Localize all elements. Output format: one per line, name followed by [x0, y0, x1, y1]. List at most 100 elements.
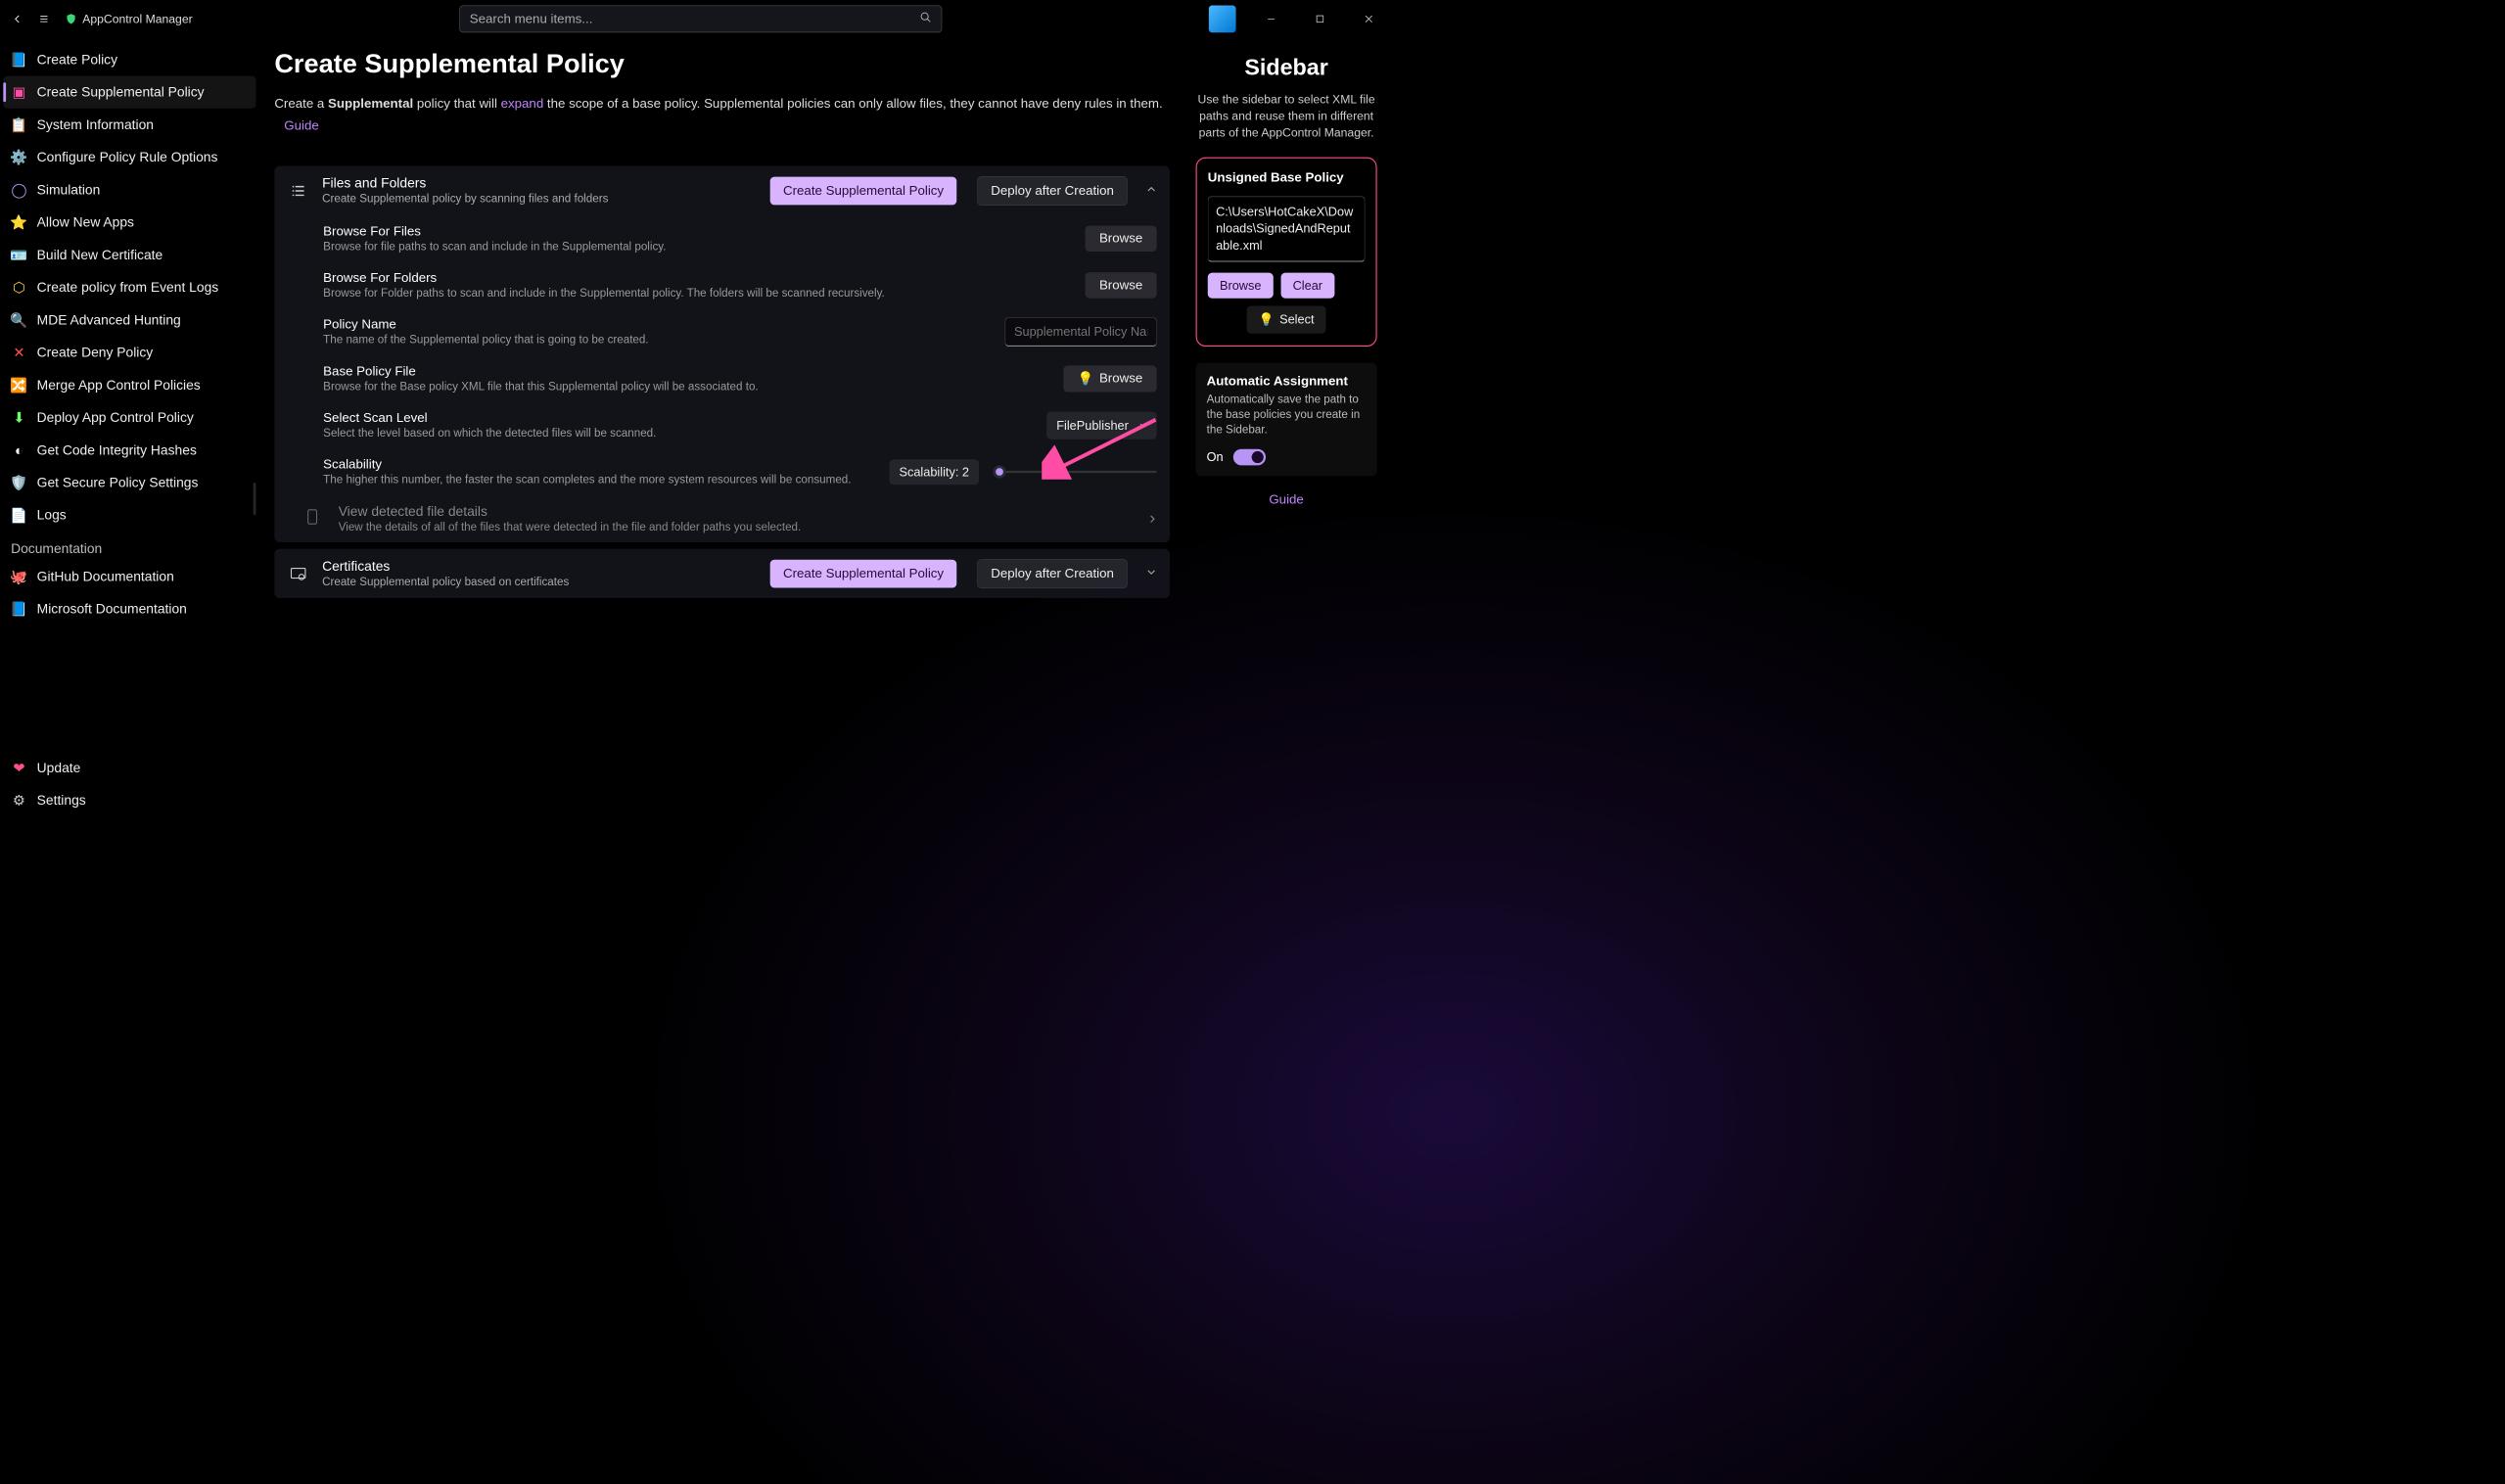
base-policy-sub: Browse for the Base policy XML file that… [323, 380, 1063, 393]
guide-link[interactable]: Guide [274, 118, 1170, 134]
nav-integrity-hashes[interactable]: ◐Get Code Integrity Hashes [3, 434, 255, 466]
certificates-card: Certificates Create Supplemental policy … [274, 549, 1170, 598]
nav-section-documentation: Documentation [3, 532, 255, 560]
auto-assignment-toggle[interactable] [1233, 448, 1266, 465]
policy-name-input[interactable] [1005, 317, 1157, 347]
base-policy-path[interactable]: C:\Users\HotCakeX\Downloads\SignedAndRep… [1208, 197, 1366, 262]
row-view-details[interactable]: View detected file details View the deta… [274, 495, 1170, 542]
nav-logs[interactable]: 📄Logs [3, 499, 255, 532]
scan-level-select[interactable]: FilePublisher [1046, 411, 1156, 439]
scan-level-title: Select Scan Level [323, 410, 1046, 426]
sidebar-select-btn[interactable]: 💡Select [1246, 305, 1325, 333]
bulb-icon: 💡 [1078, 371, 1094, 387]
files-folders-card: Files and Folders Create Supplemental po… [274, 166, 1170, 542]
chevron-down-icon-2[interactable] [1146, 567, 1157, 580]
nav-ms-docs[interactable]: 📘Microsoft Documentation [3, 593, 255, 626]
view-details-sub: View the details of all of the files tha… [339, 521, 1134, 533]
minimize-button[interactable] [1258, 6, 1285, 33]
sidebar-desc: Use the sidebar to select XML file paths… [1196, 91, 1377, 141]
shield-icon [65, 13, 76, 24]
maximize-button[interactable] [1307, 6, 1334, 33]
chevron-right-icon [1148, 514, 1157, 523]
nav-github-docs[interactable]: 🐙GitHub Documentation [3, 560, 255, 592]
nav-merge[interactable]: 🔀Merge App Control Policies [3, 369, 255, 401]
scalability-slider[interactable] [994, 471, 1156, 473]
base-policy-title: Base Policy File [323, 364, 1063, 380]
page-description: Create a Supplemental policy that will e… [274, 94, 1170, 114]
phone-icon [302, 509, 323, 529]
browse-folders-title: Browse For Folders [323, 270, 1085, 286]
toggle-label: On [1207, 449, 1224, 464]
auto-assignment-box: Automatic Assignment Automatically save … [1196, 362, 1377, 476]
nav-deny-policy[interactable]: ✕Create Deny Policy [3, 336, 255, 368]
nav-event-logs[interactable]: ⬡Create policy from Event Logs [3, 271, 255, 303]
page-title: Create Supplemental Policy [274, 49, 1170, 79]
app-cube-icon[interactable] [1209, 6, 1236, 33]
browse-files-sub: Browse for file paths to scan and includ… [323, 240, 1085, 253]
nav-update[interactable]: ❤Update [3, 752, 255, 784]
scalability-value: Scalability: 2 [889, 459, 978, 485]
nav-build-cert[interactable]: 🪪Build New Certificate [3, 239, 255, 271]
unsigned-base-title: Unsigned Base Policy [1208, 170, 1366, 186]
scan-level-sub: Select the level based on which the dete… [323, 427, 1046, 440]
browse-files-title: Browse For Files [323, 224, 1085, 240]
nav-create-supplemental[interactable]: ▣Create Supplemental Policy [3, 76, 255, 109]
nav-settings[interactable]: ⚙Settings [3, 784, 255, 816]
sidebar-clear-btn[interactable]: Clear [1280, 272, 1334, 298]
create-supplemental-btn-2[interactable]: Create Supplemental Policy [770, 559, 957, 587]
files-card-title: Files and Folders [322, 175, 757, 191]
row-browse-files: Browse For Files Browse for file paths t… [274, 215, 1170, 262]
certs-card-title: Certificates [322, 559, 757, 575]
search-icon [920, 12, 932, 27]
titlebar: AppControl Manager [0, 0, 1388, 38]
nav-configure-rules[interactable]: ⚙️Configure Policy Rule Options [3, 141, 255, 173]
deploy-after-btn-1[interactable]: Deploy after Creation [977, 176, 1127, 206]
row-scalability: Scalability The higher this number, the … [274, 448, 1170, 495]
row-browse-folders: Browse For Folders Browse for Folder pat… [274, 262, 1170, 309]
scalability-title: Scalability [323, 457, 889, 473]
list-icon [288, 180, 309, 202]
sidebar-browse-btn[interactable]: Browse [1208, 272, 1274, 298]
chevron-down-icon [1139, 421, 1147, 429]
search-input[interactable] [470, 12, 920, 27]
search-box[interactable] [459, 6, 942, 33]
deploy-after-btn-2[interactable]: Deploy after Creation [977, 559, 1127, 588]
close-button[interactable] [1355, 6, 1382, 33]
right-sidebar: Sidebar Use the sidebar to select XML fi… [1184, 38, 1387, 822]
hamburger-icon[interactable] [39, 14, 49, 23]
browse-folders-btn[interactable]: Browse [1086, 272, 1157, 299]
sidebar-guide-link[interactable]: Guide [1269, 492, 1303, 508]
row-base-policy: Base Policy File Browse for the Base pol… [274, 355, 1170, 402]
scalability-sub: The higher this number, the faster the s… [323, 474, 889, 487]
left-nav: 📘Create Policy ▣Create Supplemental Poli… [0, 38, 259, 822]
nav-allow-apps[interactable]: ⭐Allow New Apps [3, 207, 255, 239]
nav-simulation[interactable]: ◯Simulation [3, 173, 255, 206]
nav-create-policy[interactable]: 📘Create Policy [3, 43, 255, 75]
files-card-sub: Create Supplemental policy by scanning f… [322, 193, 757, 206]
browse-folders-sub: Browse for Folder paths to scan and incl… [323, 287, 1085, 300]
nav-secure-settings[interactable]: 🛡️Get Secure Policy Settings [3, 466, 255, 498]
main-content: Create Supplemental Policy Create a Supp… [259, 38, 1185, 822]
base-policy-browse-btn[interactable]: 💡Browse [1063, 365, 1156, 392]
nav-system-info[interactable]: 📋System Information [3, 109, 255, 141]
bulb-icon-2: 💡 [1259, 312, 1275, 327]
unsigned-base-box: Unsigned Base Policy C:\Users\HotCakeX\D… [1196, 158, 1377, 347]
chevron-up-icon[interactable] [1146, 184, 1157, 198]
sidebar-title: Sidebar [1244, 54, 1327, 80]
policy-name-title: Policy Name [323, 317, 1004, 333]
row-policy-name: Policy Name The name of the Supplemental… [274, 308, 1170, 355]
back-button[interactable] [13, 14, 23, 23]
app-title: AppControl Manager [65, 12, 192, 25]
policy-name-sub: The name of the Supplemental policy that… [323, 334, 1004, 347]
create-supplemental-btn-1[interactable]: Create Supplemental Policy [770, 176, 957, 205]
auto-sub: Automatically save the path to the base … [1207, 392, 1367, 438]
auto-title: Automatic Assignment [1207, 373, 1367, 389]
certificate-icon [288, 563, 309, 584]
nav-scrollbar[interactable] [254, 483, 256, 515]
nav-mde-hunting[interactable]: 🔍MDE Advanced Hunting [3, 303, 255, 336]
browse-files-btn[interactable]: Browse [1086, 225, 1157, 252]
expand-link[interactable]: expand [501, 97, 544, 112]
nav-deploy[interactable]: ⬇Deploy App Control Policy [3, 401, 255, 434]
row-scan-level: Select Scan Level Select the level based… [274, 402, 1170, 449]
view-details-title: View detected file details [339, 504, 1134, 520]
